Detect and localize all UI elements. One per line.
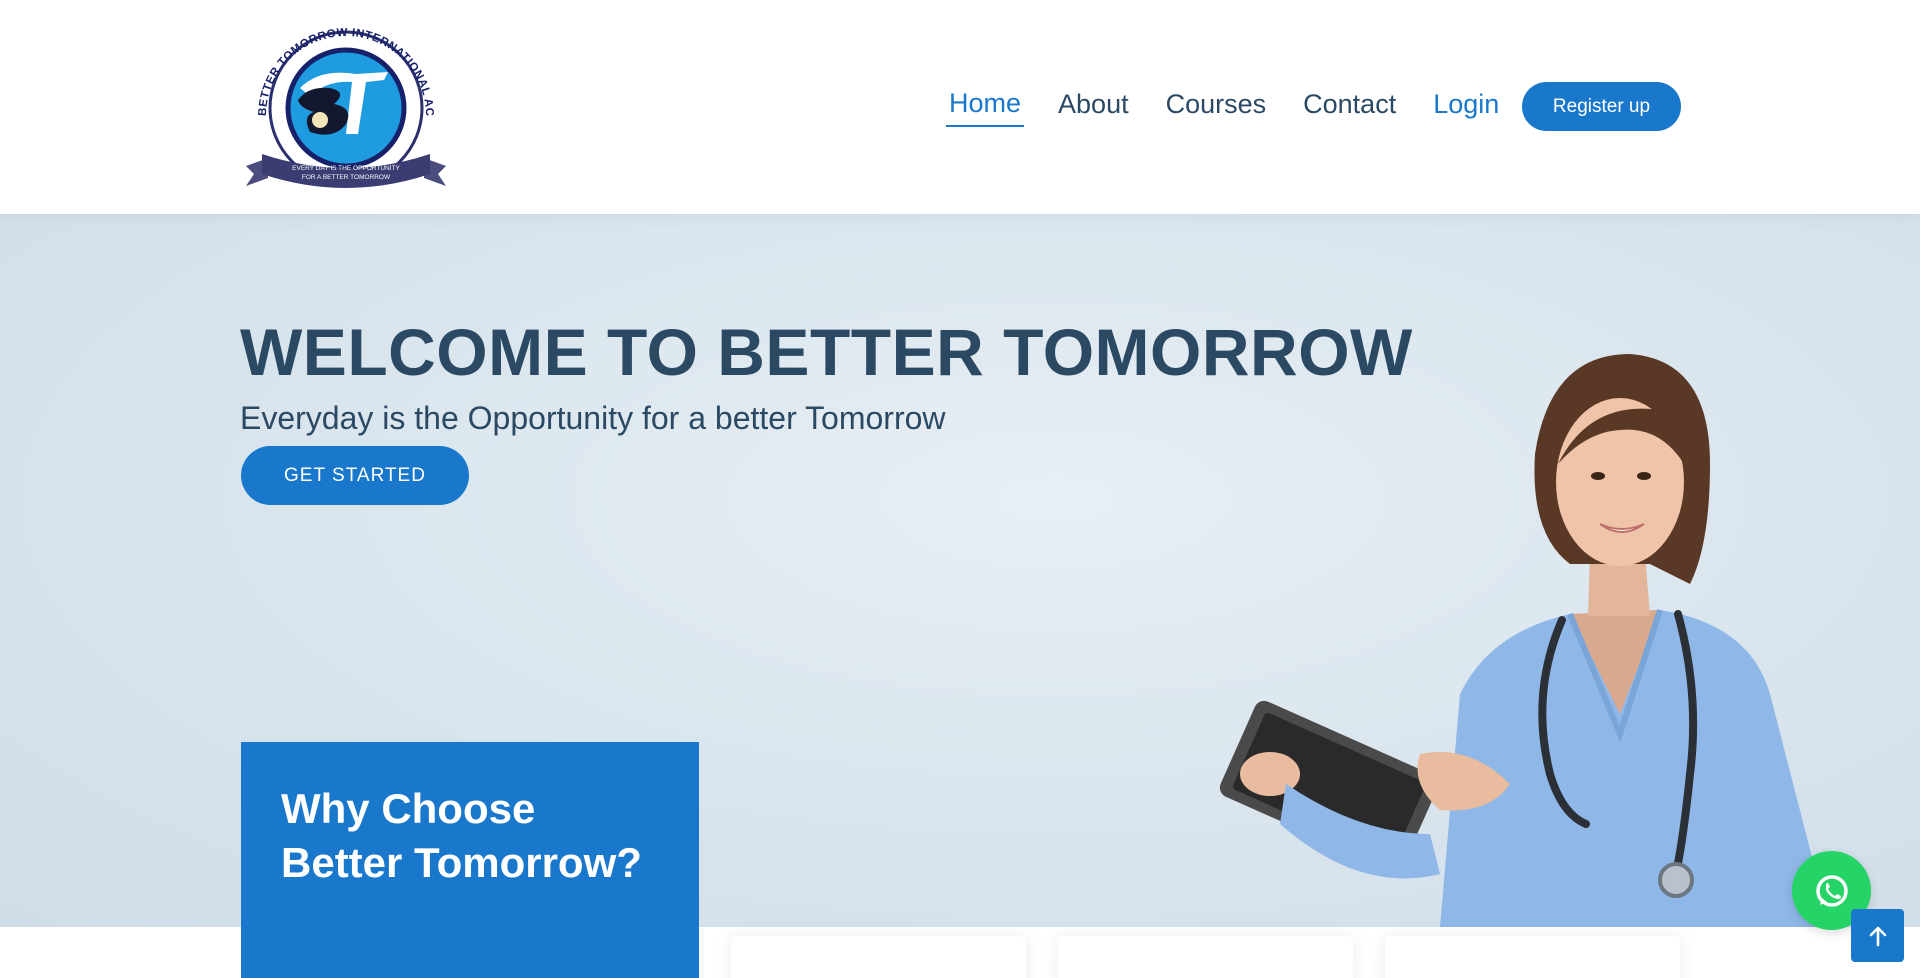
nav-about[interactable]: About bbox=[1055, 87, 1132, 126]
feature-card bbox=[1385, 936, 1680, 978]
hero-subtitle: Everyday is the Opportunity for a better… bbox=[240, 400, 946, 436]
nav-login[interactable]: Login bbox=[1430, 87, 1502, 126]
nurse-with-tablet-image bbox=[1190, 314, 1850, 927]
logo-emblem: BETTER TOMORROW INTERNATIONAL ACADEMY EV… bbox=[238, 16, 446, 188]
why-choose-heading: Why Choose Better Tomorrow? bbox=[281, 785, 642, 886]
nav-home[interactable]: Home bbox=[946, 86, 1025, 127]
academy-logo[interactable]: BETTER TOMORROW INTERNATIONAL ACADEMY EV… bbox=[238, 16, 454, 194]
why-choose-box: Why Choose Better Tomorrow? bbox=[241, 742, 699, 978]
svg-text:EVERY DAY IS THE OPPORTUNITY: EVERY DAY IS THE OPPORTUNITY bbox=[292, 165, 400, 172]
arrow-up-icon bbox=[1869, 926, 1886, 946]
svg-text:FOR A BETTER TOMORROW: FOR A BETTER TOMORROW bbox=[302, 174, 391, 181]
nav-contact[interactable]: Contact bbox=[1300, 87, 1399, 126]
whatsapp-icon bbox=[1815, 874, 1848, 907]
site-header: BETTER TOMORROW INTERNATIONAL ACADEMY EV… bbox=[0, 0, 1920, 214]
feature-card bbox=[1058, 936, 1353, 978]
get-started-button[interactable]: GET STARTED bbox=[241, 446, 469, 505]
register-button[interactable]: Register up bbox=[1522, 82, 1681, 131]
nav-courses[interactable]: Courses bbox=[1163, 87, 1270, 126]
back-to-top-button[interactable] bbox=[1851, 909, 1904, 962]
feature-card bbox=[731, 936, 1026, 978]
main-nav: Home About Courses Contact Login bbox=[946, 86, 1533, 127]
